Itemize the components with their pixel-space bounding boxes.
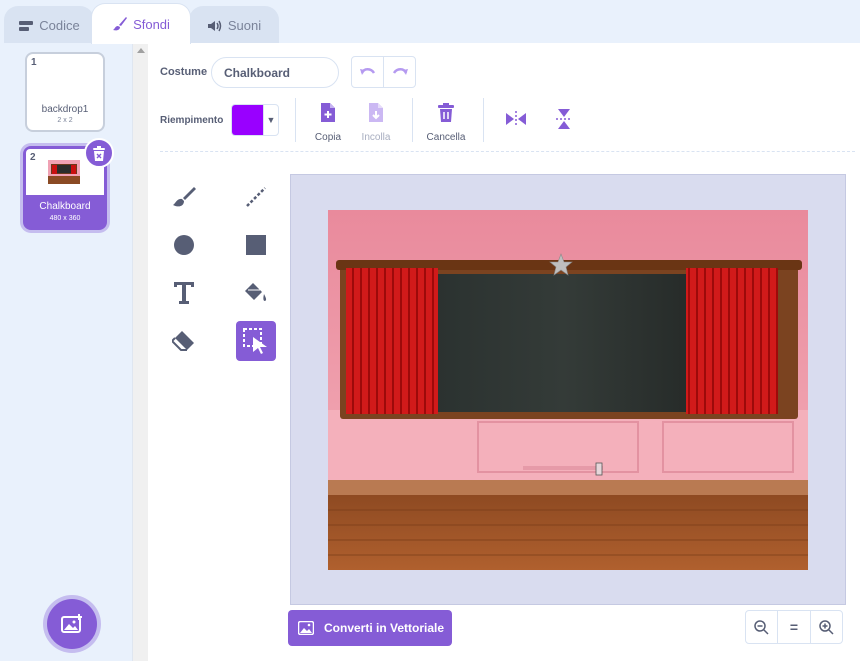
trash-icon [438,103,454,122]
flip-vertical-icon [556,109,572,129]
tab-sounds-label: Suoni [227,18,262,33]
zoom-controls: = [745,610,843,644]
zoom-reset-button[interactable]: = [777,611,809,643]
circle-icon [174,235,194,255]
rectangle-icon [246,235,266,255]
fill-color-swatch [232,105,263,135]
delete-label: Cancella [426,132,466,143]
costume-size: 2 x 2 [57,117,73,124]
chevron-down-icon: ▼ [263,105,278,135]
scroll-up-icon[interactable] [137,48,145,53]
costume-list: 1 backdrop1 2 x 2 2 Chalkboard 480 x 360 [0,43,148,661]
text-tool[interactable] [164,273,204,313]
line-icon [246,187,266,207]
redo-icon [392,68,408,75]
speaker-icon [207,19,223,33]
costume-name: Chalkboard [39,201,91,212]
costume-name-input[interactable] [211,57,339,88]
backdrop-image[interactable] [328,210,808,570]
fill-color-picker[interactable]: ▼ [231,104,279,136]
rectangle-tool[interactable] [236,225,276,265]
paste-button[interactable]: Incolla [346,103,406,143]
costume-size: 480 x 360 [49,215,81,222]
scrollbar[interactable] [132,43,148,661]
toolbar-divider [160,151,855,152]
divider [483,98,484,142]
flip-vertical-button[interactable] [534,109,594,134]
code-icon [18,19,34,33]
convert-label: Converti in Vettoriale [324,621,445,635]
costume-item[interactable]: 1 backdrop1 2 x 2 [25,52,105,132]
trash-icon [93,145,105,161]
copy-icon [321,103,335,122]
line-tool[interactable] [236,177,276,217]
zoom-in-button[interactable] [809,611,842,643]
zoom-out-icon [754,619,769,635]
costume-name: backdrop1 [41,104,89,115]
text-icon [174,282,194,304]
tab-backdrops-label: Sfondi [133,16,170,32]
brush-tool[interactable] [164,177,204,217]
tab-backdrops[interactable]: Sfondi [91,3,191,44]
paint-editor: Costume Riempimento ▼ Copia Incolla Canc… [148,43,860,661]
fill-tool[interactable] [236,273,276,313]
flip-horizontal-icon [506,111,526,127]
costume-number: 1 [31,57,37,68]
paint-bucket-icon [245,283,267,301]
undo-button[interactable] [352,57,383,87]
image-icon [298,621,314,635]
costume-number: 2 [30,152,36,163]
undo-redo-group [351,56,416,88]
add-image-icon [61,614,82,633]
fill-label: Riempimento [160,115,224,126]
paint-canvas-area[interactable] [290,174,846,605]
paste-icon [369,103,383,122]
undo-icon [359,68,375,75]
divider [295,98,296,142]
delete-button[interactable]: Cancella [416,103,476,143]
tab-code-label: Codice [39,18,80,33]
circle-tool[interactable] [164,225,204,265]
zoom-reset-label: = [789,619,799,635]
eraser-tool[interactable] [164,321,204,361]
tab-sounds[interactable]: Suoni [189,6,279,44]
redo-button[interactable] [383,57,415,87]
convert-to-vector-button[interactable]: Converti in Vettoriale [288,610,452,646]
zoom-out-button[interactable] [746,611,777,643]
brush-icon [112,16,128,32]
select-icon [243,328,267,354]
divider [412,98,413,142]
add-backdrop-button[interactable] [47,599,97,649]
eraser-icon [172,331,194,351]
brush-icon [173,187,196,207]
zoom-in-icon [819,619,834,635]
select-tool[interactable] [236,321,276,361]
costume-label: Costume [160,66,208,78]
delete-costume-button[interactable] [84,138,114,168]
tab-code[interactable]: Codice [4,6,94,44]
costume-thumbnail [48,160,80,184]
paste-label: Incolla [361,132,391,143]
editor-tab-bar: Codice Sfondi Suoni [0,0,860,44]
